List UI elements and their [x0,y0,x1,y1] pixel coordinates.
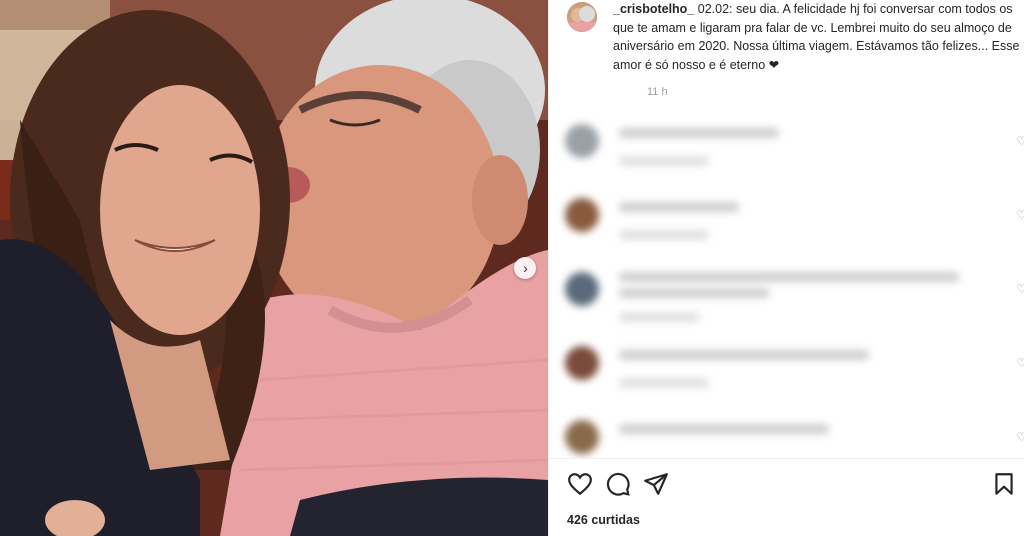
blurred-comment-text [619,350,869,360]
post-actions-bar: 426 curtidas [549,458,1024,536]
list-item: ♡ [563,118,1024,192]
blurred-comment-meta [619,156,709,166]
blurred-comment-meta [619,230,709,240]
chevron-right-icon: › [523,260,528,276]
author-avatar[interactable] [567,2,597,32]
caption-body: _crisbotelho_ 02.02: seu dia. A felicida… [613,0,1024,102]
heart-icon[interactable]: ♡ [1016,430,1024,444]
heart-icon[interactable] [567,471,593,497]
bookmark-icon[interactable] [991,471,1017,497]
blurred-comment-text [619,128,779,138]
post-photo[interactable]: › [0,0,548,536]
heart-icon[interactable]: ♡ [1016,356,1024,370]
comment-avatar[interactable] [565,198,599,232]
list-item: ♡ [563,340,1024,414]
heart-icon[interactable]: ♡ [1016,208,1024,222]
blurred-comment-meta [619,312,699,322]
comment-avatar[interactable] [565,420,599,454]
heart-icon[interactable]: ♡ [1016,134,1024,148]
heart-icon[interactable]: ♡ [1016,282,1024,296]
blurred-comment-meta [619,378,709,388]
comment-avatar[interactable] [565,346,599,380]
carousel-next-button[interactable]: › [514,257,536,279]
post-side-panel: _crisbotelho_ 02.02: seu dia. A felicida… [548,0,1024,536]
post-caption: _crisbotelho_ 02.02: seu dia. A felicida… [567,0,1024,102]
comment-avatar[interactable] [565,124,599,158]
post-timestamp[interactable]: 11 h [647,83,1024,102]
blurred-comment-text [619,202,739,212]
blurred-comment-text [619,272,959,282]
comments-list: ♡ ♡ ♡ ♡ ♡ [563,118,1024,488]
list-item: ♡ [563,266,1024,340]
comment-icon[interactable] [605,471,631,497]
instagram-post: › _crisbotelho_ 02.02: seu dia. A felici… [0,0,1024,536]
list-item: ♡ [563,192,1024,266]
blurred-comment-text [619,424,829,434]
author-username[interactable]: _crisbotelho_ [613,2,694,16]
blurred-comment-text [619,288,769,298]
likes-count[interactable]: 426 curtidas [567,513,640,527]
comment-avatar[interactable] [565,272,599,306]
send-icon[interactable] [643,471,669,497]
photo-illustration [0,0,548,536]
